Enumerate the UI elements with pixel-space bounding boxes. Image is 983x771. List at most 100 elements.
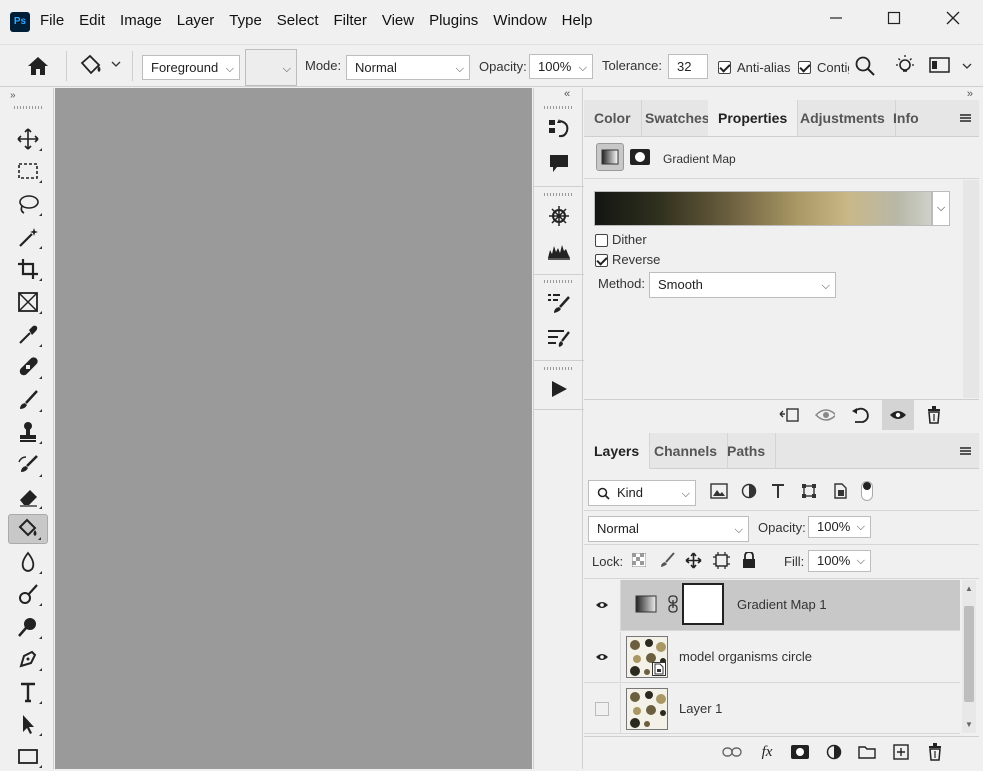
fill-source-dropdown[interactable]: Foreground ⌵ (142, 55, 240, 80)
link-layers-icon[interactable] (722, 743, 742, 761)
chevron-down-icon[interactable] (962, 61, 972, 71)
lightbulb-icon[interactable] (893, 53, 917, 79)
lock-image-pixels-icon[interactable] (659, 552, 675, 568)
menu-filter[interactable]: Filter (334, 12, 367, 29)
layer-fill-field[interactable]: 100% ⌵ (808, 550, 871, 572)
layer-opacity-field[interactable]: 100% ⌵ (808, 516, 871, 538)
properties-scrollbar[interactable] (963, 180, 979, 398)
filter-smart-objects-icon[interactable] (832, 483, 848, 499)
dither-checkbox[interactable] (595, 234, 608, 247)
tab-properties[interactable]: Properties (708, 100, 799, 136)
gradient-picker-chevron-icon[interactable]: ⌵ (932, 191, 950, 226)
dodge-tool-icon[interactable] (8, 579, 48, 609)
eye-visibility-icon[interactable] (592, 595, 612, 615)
layer-effects-fx-icon[interactable]: fx (757, 743, 777, 761)
minimize-icon[interactable] (822, 8, 850, 28)
clip-to-layer-icon[interactable] (779, 406, 799, 424)
brushes-panel-icon[interactable] (542, 323, 576, 353)
filter-type-layers-icon[interactable] (770, 483, 786, 499)
reset-icon[interactable] (850, 406, 870, 424)
actions-play-icon[interactable] (542, 374, 576, 404)
layer-filter-kind-dropdown[interactable]: Kind ⌵ (588, 480, 696, 506)
move-tool-icon[interactable] (8, 124, 48, 154)
tab-paths[interactable]: Paths (717, 433, 777, 469)
frame-tool-icon[interactable] (8, 287, 48, 317)
new-layer-icon[interactable] (891, 743, 911, 761)
toggle-visibility-icon[interactable] (882, 400, 914, 430)
menu-view[interactable]: View (382, 12, 414, 29)
opacity-field[interactable]: 100% ⌵ (529, 54, 593, 79)
panel-menu-icon[interactable] (960, 447, 971, 455)
eye-hidden-icon[interactable] (592, 699, 612, 719)
workspace-icon[interactable] (929, 56, 951, 74)
magnify-tool-icon[interactable] (8, 612, 48, 642)
type-tool-icon[interactable] (8, 677, 48, 707)
antialias-checkbox[interactable] (718, 61, 731, 74)
lock-artboard-icon[interactable] (713, 552, 730, 569)
chevron-down-icon[interactable] (111, 59, 121, 69)
crop-tool-icon[interactable] (8, 254, 48, 284)
document-canvas[interactable] (55, 88, 532, 769)
layer-row-layer-1[interactable]: Layer 1 (584, 684, 960, 734)
lock-position-icon[interactable] (685, 552, 702, 569)
tab-channels[interactable]: Channels (644, 433, 729, 469)
filter-adjustment-layers-icon[interactable] (741, 483, 757, 499)
search-icon[interactable] (854, 55, 876, 77)
collapse-dock-icon[interactable]: « (564, 88, 570, 100)
layer-mask-thumbnail[interactable] (682, 583, 724, 625)
path-selection-tool-icon[interactable] (8, 709, 48, 739)
expand-toolbox-icon[interactable]: » (10, 90, 16, 101)
magic-wand-tool-icon[interactable] (8, 222, 48, 252)
comments-panel-icon[interactable] (542, 148, 576, 178)
close-icon[interactable] (939, 8, 967, 28)
tab-layers[interactable]: Layers (584, 433, 651, 469)
home-icon[interactable] (26, 55, 50, 77)
paint-bucket-tool-icon[interactable] (8, 514, 48, 544)
blur-tool-icon[interactable] (8, 547, 48, 577)
link-chain-icon[interactable] (668, 595, 678, 613)
contiguous-checkbox[interactable] (798, 61, 811, 74)
eye-visibility-icon[interactable] (592, 647, 612, 667)
menu-plugins[interactable]: Plugins (429, 12, 478, 29)
reverse-checkbox[interactable] (595, 254, 608, 267)
lasso-tool-icon[interactable] (8, 189, 48, 219)
menu-help[interactable]: Help (562, 12, 593, 29)
add-mask-icon[interactable] (790, 743, 810, 761)
layer-row-gradient-map[interactable]: Gradient Map 1 (584, 580, 960, 631)
delete-adjustment-icon[interactable] (924, 406, 944, 424)
lock-transparent-pixels-icon[interactable] (632, 553, 646, 567)
tolerance-field[interactable]: 32 (668, 54, 708, 79)
new-adjustment-layer-icon[interactable] (824, 743, 844, 761)
filter-toggle[interactable] (861, 481, 873, 501)
blend-mode-dropdown[interactable]: Normal ⌵ (588, 516, 749, 542)
navigator-panel-icon[interactable] (542, 201, 576, 231)
histogram-panel-icon[interactable] (542, 236, 576, 266)
filter-shape-layers-icon[interactable] (801, 483, 817, 499)
menu-file[interactable]: File (40, 12, 64, 29)
panel-menu-icon[interactable] (960, 114, 971, 122)
brush-tool-icon[interactable] (8, 385, 48, 415)
gradient-preview[interactable] (594, 191, 932, 226)
tab-info[interactable]: Info (883, 100, 929, 136)
menu-window[interactable]: Window (493, 12, 546, 29)
marquee-tool-icon[interactable] (8, 156, 48, 186)
menu-image[interactable]: Image (120, 12, 162, 29)
pen-tool-icon[interactable] (8, 644, 48, 674)
layer-row-model-organisms[interactable]: model organisms circle (584, 632, 960, 683)
filter-pixel-layers-icon[interactable] (710, 483, 728, 499)
menu-layer[interactable]: Layer (177, 12, 215, 29)
menu-edit[interactable]: Edit (79, 12, 105, 29)
brush-settings-panel-icon[interactable] (542, 288, 576, 318)
history-brush-tool-icon[interactable] (8, 450, 48, 480)
pattern-dropdown[interactable]: ⌵ (245, 49, 297, 86)
eyedropper-tool-icon[interactable] (8, 320, 48, 350)
rectangle-tool-icon[interactable] (8, 741, 48, 771)
layers-scrollbar[interactable]: ▲ ▼ (962, 580, 976, 733)
healing-brush-tool-icon[interactable] (8, 352, 48, 382)
delete-layer-icon[interactable] (925, 743, 945, 761)
clone-stamp-tool-icon[interactable] (8, 417, 48, 447)
new-group-folder-icon[interactable] (857, 743, 877, 761)
view-previous-state-icon[interactable] (815, 406, 835, 424)
menu-type[interactable]: Type (229, 12, 262, 29)
tab-adjustments[interactable]: Adjustments (790, 100, 896, 136)
